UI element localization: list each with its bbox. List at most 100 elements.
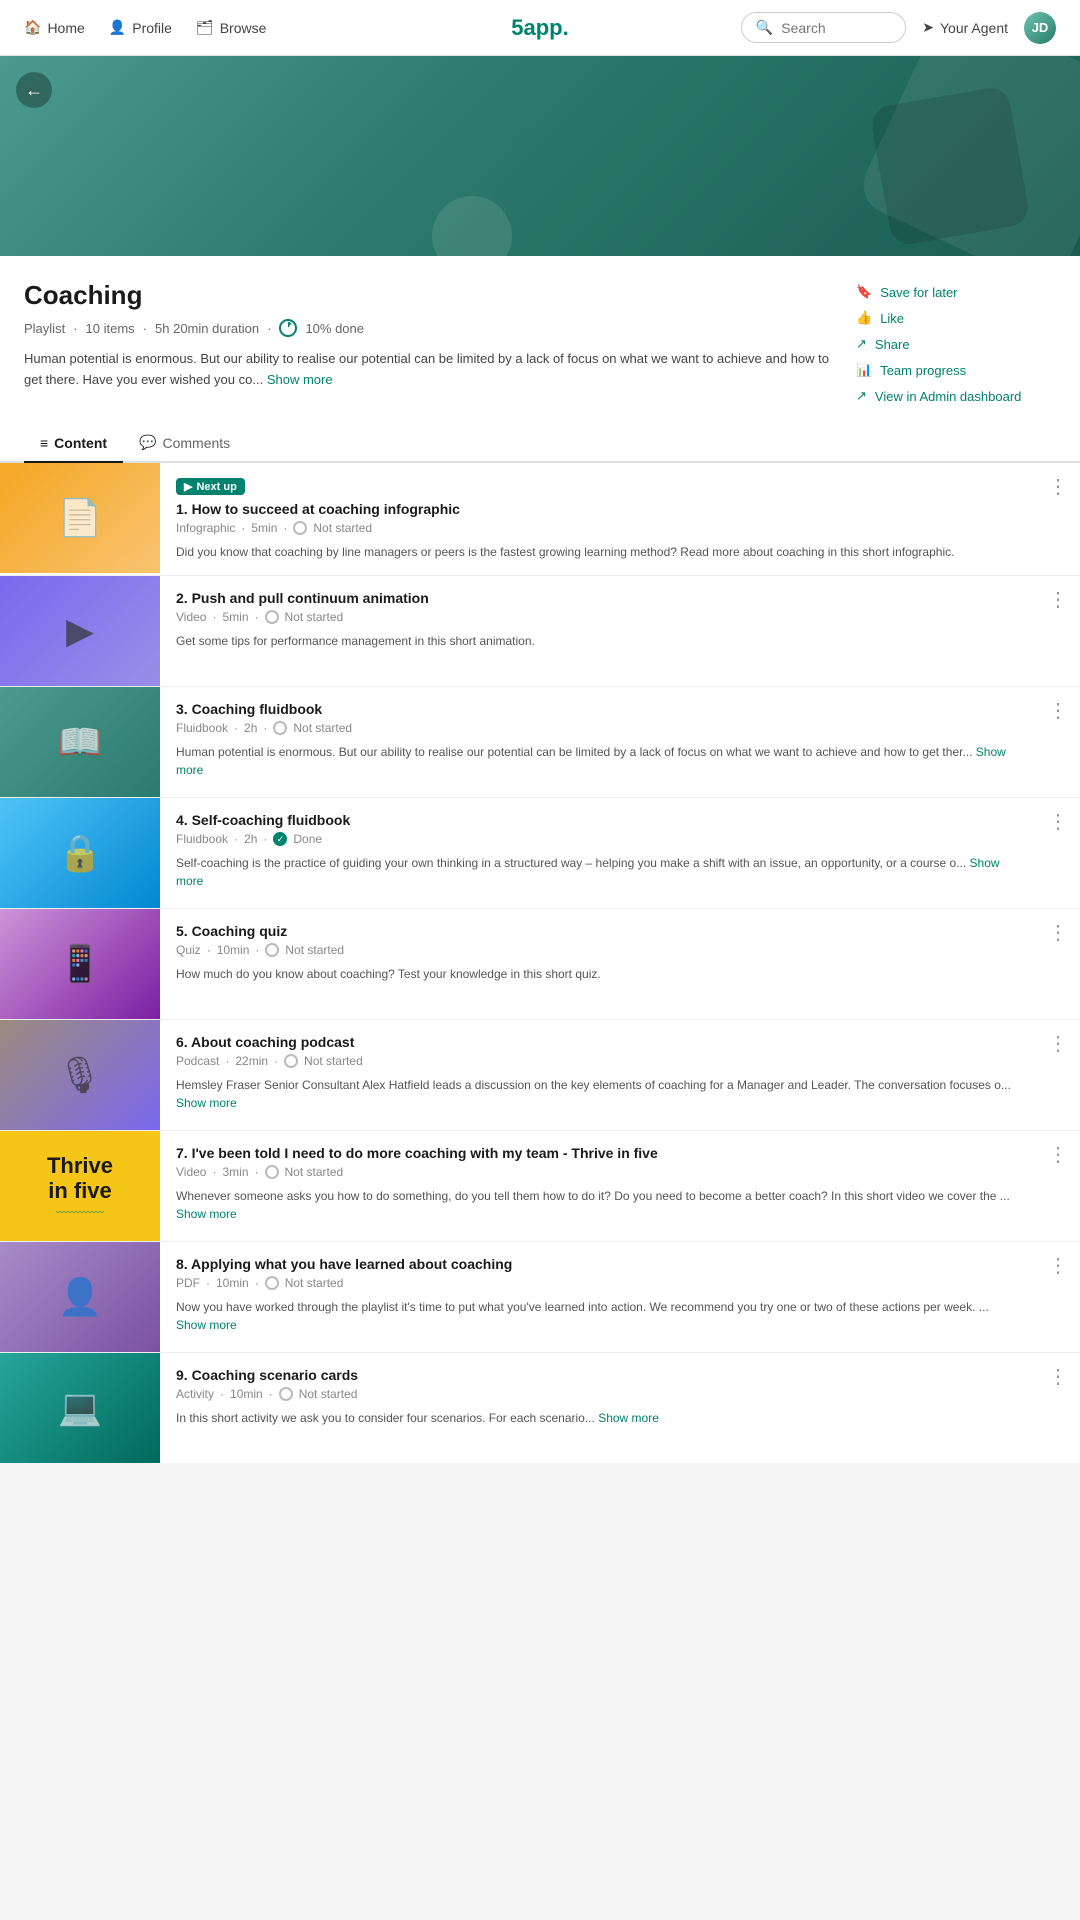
show-more-link[interactable]: Show more <box>598 1411 659 1425</box>
nav-home-label: Home <box>47 20 84 36</box>
playlist-info: Coaching Playlist · 10 items · 5h 20min … <box>24 280 832 404</box>
back-button[interactable]: ← <box>16 72 52 108</box>
item-description: In this short activity we ask you to con… <box>176 1409 1020 1427</box>
hero-banner: ← <box>0 56 1080 256</box>
item-type: Video <box>176 610 206 624</box>
meta-sep3: · <box>267 321 271 336</box>
like-link[interactable]: 👍 Like <box>856 310 1056 326</box>
item-thumbnail[interactable]: 📱 <box>0 909 160 1019</box>
item-thumbnail[interactable]: 📖 <box>0 687 160 797</box>
item-title[interactable]: 5. Coaching quiz <box>176 923 1020 939</box>
playlist-section: Coaching Playlist · 10 items · 5h 20min … <box>0 256 1080 404</box>
item-body: 3. Coaching fluidbook Fluidbook · 2h · N… <box>160 687 1036 797</box>
item-description: Whenever someone asks you how to do some… <box>176 1187 1020 1223</box>
meta-progress: 10% done <box>305 321 364 336</box>
share-link[interactable]: ↗ Share <box>856 336 1056 352</box>
status-circle <box>265 610 279 624</box>
desc-show-more[interactable]: Show more <box>267 372 333 387</box>
meta-dot: · <box>225 1054 229 1068</box>
nav-profile[interactable]: 👤 Profile <box>109 19 172 36</box>
item-thumbnail[interactable]: 👤 <box>0 1242 160 1352</box>
item-thumbnail[interactable]: 📄 <box>0 463 160 573</box>
admin-dashboard-link[interactable]: ↗ View in Admin dashboard <box>856 388 1056 404</box>
progress-circle <box>279 319 297 337</box>
item-meta: Video · 5min · Not started <box>176 610 1020 624</box>
item-status: Not started <box>285 610 344 624</box>
show-more-link[interactable]: Show more <box>176 1207 237 1221</box>
status-circle <box>265 1276 279 1290</box>
item-duration: 22min <box>235 1054 268 1068</box>
tab-comments[interactable]: 💬 Comments <box>123 424 246 463</box>
team-progress-link[interactable]: 📊 Team progress <box>856 362 1056 378</box>
item-status: Done <box>293 832 322 846</box>
item-thumbnail[interactable]: 🔒 <box>0 798 160 908</box>
search-input[interactable] <box>781 20 891 36</box>
show-more-link[interactable]: Show more <box>176 856 1000 888</box>
item-meta: Activity · 10min · Not started <box>176 1387 1020 1401</box>
item-title[interactable]: 4. Self-coaching fluidbook <box>176 812 1020 828</box>
more-options-button[interactable]: ⋮ <box>1048 477 1068 497</box>
more-options-button[interactable]: ⋮ <box>1048 590 1068 610</box>
item-menu: ⋮ <box>1036 1131 1080 1241</box>
navbar: 🏠 Home 👤 Profile 🗂 Browse 5app. 🔍 ➤ Your… <box>0 0 1080 56</box>
item-description: Get some tips for performance management… <box>176 632 1020 650</box>
nav-browse[interactable]: 🗂 Browse <box>196 19 266 36</box>
search-box[interactable]: 🔍 <box>741 12 906 43</box>
item-duration: 10min <box>230 1387 263 1401</box>
show-more-link[interactable]: Show more <box>176 1096 237 1110</box>
more-options-button[interactable]: ⋮ <box>1048 701 1068 721</box>
home-icon: 🏠 <box>24 19 41 36</box>
admin-label: View in Admin dashboard <box>875 389 1021 404</box>
more-options-button[interactable]: ⋮ <box>1048 923 1068 943</box>
item-title[interactable]: 8. Applying what you have learned about … <box>176 1256 1020 1272</box>
meta-sep1: · <box>73 321 77 336</box>
item-title[interactable]: 9. Coaching scenario cards <box>176 1367 1020 1383</box>
more-options-button[interactable]: ⋮ <box>1048 1367 1068 1387</box>
meta-dot2: · <box>255 1165 259 1179</box>
item-duration: 2h <box>244 832 257 846</box>
item-title[interactable]: 2. Push and pull continuum animation <box>176 590 1020 606</box>
logo-text: 5app. <box>511 15 568 40</box>
tabs: ≡ Content 💬 Comments <box>0 424 1080 463</box>
avatar[interactable]: JD <box>1024 12 1056 44</box>
item-duration: 2h <box>244 721 257 735</box>
item-menu: ⋮ <box>1036 576 1080 686</box>
item-thumbnail[interactable]: 💻 <box>0 1353 160 1463</box>
item-title[interactable]: 1. How to succeed at coaching infographi… <box>176 501 1020 517</box>
tab-content[interactable]: ≡ Content <box>24 424 123 463</box>
more-options-button[interactable]: ⋮ <box>1048 812 1068 832</box>
status-circle <box>284 1054 298 1068</box>
item-type: Quiz <box>176 943 201 957</box>
item-menu: ⋮ <box>1036 798 1080 908</box>
item-status: Not started <box>285 1276 344 1290</box>
item-type: PDF <box>176 1276 200 1290</box>
meta-dot: · <box>220 1387 224 1401</box>
save-for-later-link[interactable]: 🔖 Save for later <box>856 284 1056 300</box>
more-options-button[interactable]: ⋮ <box>1048 1034 1068 1054</box>
more-options-button[interactable]: ⋮ <box>1048 1256 1068 1276</box>
meta-dot: · <box>234 721 238 735</box>
show-more-link[interactable]: Show more <box>176 745 1006 777</box>
your-agent-button[interactable]: ➤ Your Agent <box>922 19 1008 36</box>
item-thumbnail[interactable]: Thrivein five 〰〰〰〰〰〰 <box>0 1131 160 1241</box>
show-more-link[interactable]: Show more <box>176 1318 237 1332</box>
more-options-button[interactable]: ⋮ <box>1048 1145 1068 1165</box>
meta-dot: · <box>234 832 238 846</box>
meta-dot: · <box>241 521 245 535</box>
item-title[interactable]: 6. About coaching podcast <box>176 1034 1020 1050</box>
item-body: 8. Applying what you have learned about … <box>160 1242 1036 1352</box>
meta-dot2: · <box>255 610 259 624</box>
nav-left: 🏠 Home 👤 Profile 🗂 Browse <box>24 19 266 36</box>
desc-text: Human potential is enormous. But our abi… <box>24 351 829 387</box>
item-meta: Fluidbook · 2h · ✓ Done <box>176 832 1020 846</box>
app-logo[interactable]: 5app. <box>511 15 568 41</box>
item-body: 9. Coaching scenario cards Activity · 10… <box>160 1353 1036 1463</box>
item-title[interactable]: 7. I've been told I need to do more coac… <box>176 1145 1020 1161</box>
item-title[interactable]: 3. Coaching fluidbook <box>176 701 1020 717</box>
item-thumbnail[interactable]: ▶ <box>0 576 160 686</box>
item-thumbnail[interactable]: 🎙 <box>0 1020 160 1130</box>
item-meta: Fluidbook · 2h · Not started <box>176 721 1020 735</box>
list-item: Thrivein five 〰〰〰〰〰〰 7. I've been told I… <box>0 1131 1080 1242</box>
nav-home[interactable]: 🏠 Home <box>24 19 85 36</box>
nav-right: 🔍 ➤ Your Agent JD <box>741 12 1056 44</box>
